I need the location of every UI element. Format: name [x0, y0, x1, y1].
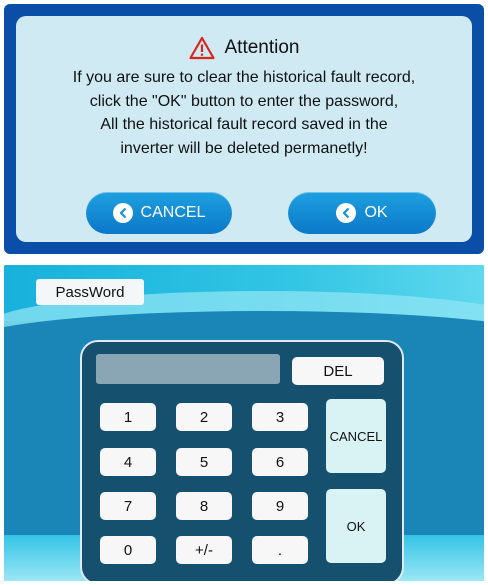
key-8[interactable]: 8 — [176, 492, 232, 520]
key-7[interactable]: 7 — [100, 492, 156, 520]
warning-triangle-icon — [188, 36, 215, 60]
chevron-left-circle-icon — [112, 203, 133, 223]
key-6[interactable]: 6 — [252, 448, 308, 476]
dialog-panel: Attention If you are sure to clear the h… — [16, 16, 472, 242]
password-tab: PassWord — [36, 279, 144, 305]
key-5[interactable]: 5 — [176, 448, 232, 476]
keypad: DEL 1 2 3 4 5 6 7 8 9 0 +/- . CANCEL OK — [80, 340, 404, 581]
password-screen: PassWord DEL 1 2 3 4 5 6 7 8 9 0 +/- . C… — [4, 265, 484, 581]
dialog-cancel-label: CANCEL — [140, 204, 206, 221]
keypad-cancel-button[interactable]: CANCEL — [326, 399, 386, 473]
chevron-left-circle-icon — [336, 203, 357, 223]
key-2[interactable]: 2 — [176, 403, 232, 431]
message-line: inverter will be deleted permanetly! — [120, 139, 368, 157]
dialog-title: Attention — [224, 37, 300, 58]
key-decimal[interactable]: . — [252, 536, 308, 564]
del-button[interactable]: DEL — [292, 357, 384, 385]
key-9[interactable]: 9 — [252, 492, 308, 520]
dialog-ok-button[interactable]: OK — [288, 192, 436, 234]
dialog-header: Attention — [16, 36, 472, 60]
key-0[interactable]: 0 — [100, 536, 156, 564]
key-plus-minus[interactable]: +/- — [176, 536, 232, 564]
dialog-message: If you are sure to clear the historical … — [16, 66, 472, 160]
keypad-ok-button[interactable]: OK — [326, 489, 386, 563]
password-display[interactable] — [96, 354, 280, 384]
key-4[interactable]: 4 — [100, 448, 156, 476]
dialog-cancel-button[interactable]: CANCEL — [86, 192, 232, 234]
confirm-dialog: Attention If you are sure to clear the h… — [4, 4, 484, 254]
key-3[interactable]: 3 — [252, 403, 308, 431]
message-line: All the historical fault record saved in… — [100, 116, 388, 133]
key-1[interactable]: 1 — [100, 403, 156, 431]
dialog-ok-label: OK — [364, 204, 388, 221]
message-line: If you are sure to clear the historical … — [72, 69, 416, 86]
message-line: click the "OK" button to enter the passw… — [89, 92, 399, 110]
